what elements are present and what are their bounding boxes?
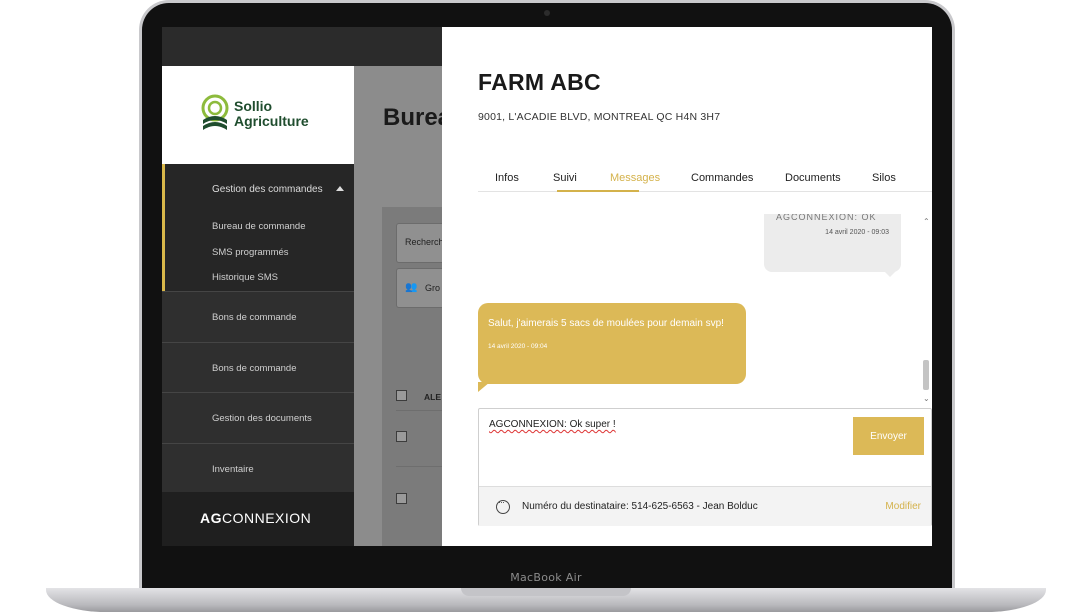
tab-bar: Infos Suivi Messages Commandes Documents… [478, 167, 932, 192]
brand-footer: AGCONNEXION [162, 492, 354, 546]
nav-section-order-management: Gestion des commandes Bureau de commande… [162, 164, 354, 291]
nav-subitem-sms-scheduled[interactable]: SMS programmés [212, 247, 289, 258]
background-page-title: Burea [383, 104, 452, 131]
message-text-partial: AGCONNEXION: OK [776, 214, 877, 222]
camera-dot [544, 10, 550, 16]
tab-messages[interactable]: Messages [610, 172, 660, 184]
message-thread[interactable]: AGCONNEXION: OK 14 avril 2020 - 09:03 Sa… [478, 214, 924, 407]
nav-item-label: Bons de commande [212, 312, 297, 323]
farm-address: 9001, L'ACADIE BLVD, MONTREAL QC H4N 3H7 [478, 111, 721, 123]
background-search-input: Recherch [396, 223, 444, 263]
logo-text: Sollio Agriculture [234, 99, 309, 129]
nav-item-inventory[interactable]: Inventaire [162, 443, 354, 493]
background-checkbox [396, 390, 407, 401]
brand-bold: AG [200, 510, 222, 526]
message-bubble-incoming: AGCONNEXION: OK 14 avril 2020 - 09:03 [764, 214, 901, 272]
logo-line-2: Agriculture [234, 113, 309, 129]
tab-commandes[interactable]: Commandes [691, 172, 753, 184]
nav-item-label: Bons de commande [212, 363, 297, 374]
laptop-notch [461, 588, 631, 596]
screen: Sollio Agriculture Gestion des commandes… [162, 27, 932, 546]
tab-infos[interactable]: Infos [495, 172, 519, 184]
chevron-up-icon[interactable] [336, 186, 344, 191]
bubble-tail [478, 382, 490, 392]
device-label: MacBook Air [510, 571, 582, 584]
nav-item-label: Gestion des documents [212, 413, 312, 424]
logo[interactable]: Sollio Agriculture [162, 66, 354, 164]
search-placeholder: Recherch [405, 237, 444, 247]
sollio-logo-icon [201, 94, 229, 130]
message-input[interactable]: AGCONNEXION: Ok super ! [489, 419, 616, 430]
tab-documents[interactable]: Documents [785, 172, 841, 184]
nav-section-label[interactable]: Gestion des commandes [212, 184, 323, 195]
chevron-down-icon[interactable]: ⌄ [923, 394, 930, 403]
message-timestamp: 14 avril 2020 - 09:03 [825, 229, 889, 236]
group-icon: 👥 [405, 282, 418, 293]
brand-rest: CONNEXION [222, 510, 312, 526]
bubble-tail [884, 271, 896, 277]
nav-item-purchase-orders-2[interactable]: Bons de commande [162, 342, 354, 392]
nav-subitem-bureau[interactable]: Bureau de commande [212, 221, 305, 232]
active-tab-indicator [557, 190, 639, 192]
tab-silos[interactable]: Silos [872, 172, 896, 184]
scrollbar-thumb[interactable] [923, 360, 929, 390]
recipient-number: Numéro du destinataire: 514-625-6563 - J… [522, 501, 758, 512]
modify-recipient-link[interactable]: Modifier [885, 501, 921, 512]
background-divider [396, 466, 444, 467]
thread-scrollbar[interactable]: ⌃ ⌄ [920, 214, 932, 407]
background-checkbox [396, 431, 407, 442]
group-label: Gro [425, 283, 441, 293]
message-timestamp: 14 avril 2020 - 09:04 [488, 343, 548, 350]
nav-item-label: Inventaire [212, 464, 254, 475]
chat-bubble-icon [496, 497, 510, 514]
logo-line-1: Sollio [234, 98, 273, 114]
recipient-bar: Numéro du destinataire: 514-625-6563 - J… [479, 486, 931, 526]
background-page-overlay: Burea Recherch 👥 Gro ALE [354, 66, 451, 546]
nav-item-documents[interactable]: Gestion des documents [162, 392, 354, 442]
message-bubble-outgoing: Salut, j'aimerais 5 sacs de moulées pour… [478, 303, 746, 384]
background-divider [396, 410, 444, 411]
sidebar: Sollio Agriculture Gestion des commandes… [162, 66, 354, 546]
message-compose-box: AGCONNEXION: Ok super ! Envoyer Numéro d… [478, 408, 932, 526]
background-group-filter: 👥 Gro [396, 268, 444, 308]
farm-detail-panel: FARM ABC 9001, L'ACADIE BLVD, MONTREAL Q… [442, 27, 932, 546]
farm-title: FARM ABC [478, 69, 601, 95]
tab-suivi[interactable]: Suivi [553, 172, 577, 184]
nav-subitem-sms-history[interactable]: Historique SMS [212, 272, 278, 283]
message-text: Salut, j'aimerais 5 sacs de moulées pour… [488, 318, 724, 329]
chevron-up-icon[interactable]: ⌃ [923, 217, 930, 226]
brand-logo: AGCONNEXION [200, 510, 311, 526]
send-button[interactable]: Envoyer [853, 417, 924, 455]
background-column-head: ALE [424, 392, 441, 402]
nav-item-purchase-orders[interactable]: Bons de commande [162, 291, 354, 341]
background-checkbox [396, 493, 407, 504]
